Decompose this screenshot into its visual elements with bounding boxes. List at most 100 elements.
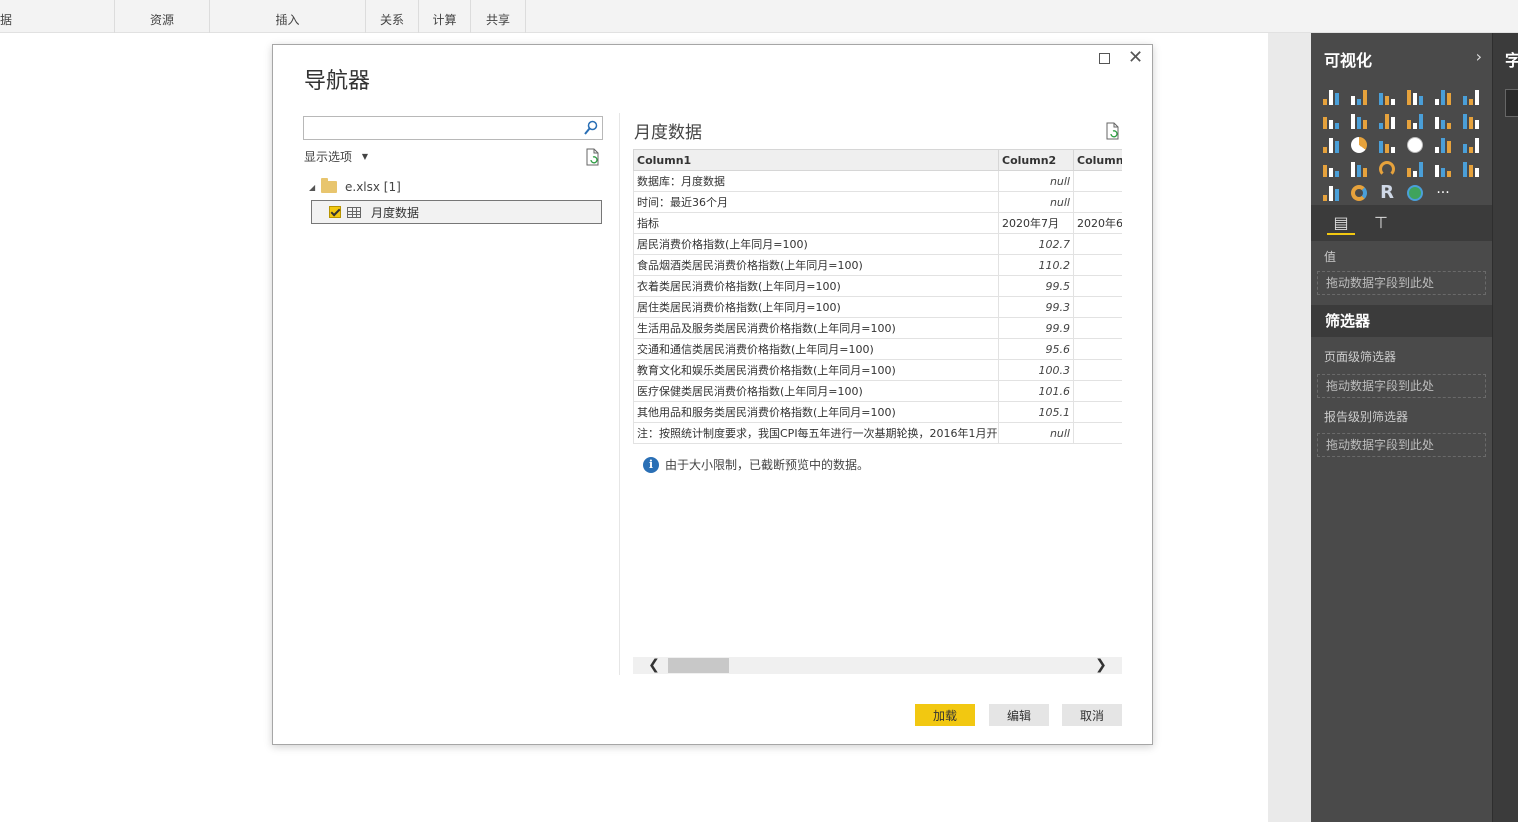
values-drop-zone[interactable]: 拖动数据字段到此处 xyxy=(1317,271,1486,295)
table-row: 教育文化和娱乐类居民消费价格指数(上年同月=100)100.3100.1 xyxy=(633,359,1122,381)
globe-icon[interactable] xyxy=(1405,183,1425,203)
multi-row-card-icon[interactable] xyxy=(1405,159,1425,179)
preview-title: 月度数据 xyxy=(634,123,702,143)
visual-tabs: ▤ ⊤ xyxy=(1311,205,1492,241)
ribbon: 数据 资源 插入 关系 计算 共享 xyxy=(0,0,1518,33)
page-filters-drop-zone[interactable]: 拖动数据字段到此处 xyxy=(1317,374,1486,398)
table-cell: 109.0 xyxy=(1073,254,1122,276)
column-header[interactable]: Column1 xyxy=(633,149,999,171)
clustered-bar-icon[interactable] xyxy=(1377,87,1397,107)
table-cell: 101.6 xyxy=(998,380,1074,402)
table-cell: 居民消费价格指数(上年同月=100) xyxy=(633,233,999,255)
horizontal-scrollbar[interactable]: ❮ ❯ xyxy=(633,657,1122,674)
column-header[interactable]: Column2 xyxy=(998,149,1074,171)
slicer-icon[interactable] xyxy=(1321,183,1341,203)
map-icon[interactable] xyxy=(1405,135,1425,155)
funnel-icon[interactable] xyxy=(1349,159,1369,179)
table-cell xyxy=(1073,170,1122,192)
table-cell xyxy=(1073,191,1122,213)
load-button[interactable]: 加载 xyxy=(915,704,975,726)
preview-refresh-icon[interactable] xyxy=(1105,122,1121,140)
table-cell xyxy=(1073,338,1122,360)
cancel-button[interactable]: 取消 xyxy=(1062,704,1122,726)
scatter-icon[interactable] xyxy=(1321,135,1341,155)
folder-icon xyxy=(321,178,337,193)
line-column-icon[interactable] xyxy=(1405,111,1425,131)
table-cell: null xyxy=(998,191,1074,213)
visual-gallery: R ··· xyxy=(1319,85,1485,205)
search-input[interactable] xyxy=(303,116,603,140)
table-cell: 95.6 xyxy=(998,338,1074,360)
ribbon-group-share[interactable]: 共享 xyxy=(471,0,526,33)
ribbon-group-resources[interactable]: 资源 xyxy=(115,0,210,33)
pie-chart-icon[interactable] xyxy=(1349,135,1369,155)
refresh-icon[interactable] xyxy=(585,148,601,166)
table-cell xyxy=(1073,275,1122,297)
report-filters-drop-zone[interactable]: 拖动数据字段到此处 xyxy=(1317,433,1486,457)
scroll-right-icon[interactable]: ❯ xyxy=(1092,657,1110,674)
expand-toggle-icon[interactable]: ◢ xyxy=(309,183,319,192)
table-cell: 102.7 xyxy=(998,233,1074,255)
table-cell: 99.3 xyxy=(998,296,1074,318)
search-icon[interactable] xyxy=(584,120,598,136)
scrollbar-thumb[interactable] xyxy=(668,658,729,673)
format-paint-roller-icon[interactable]: ⊤ xyxy=(1367,211,1395,235)
ribbon-group-insert[interactable]: 插入 xyxy=(210,0,366,33)
table-header-row: Column1Column2Column3 xyxy=(633,149,1122,171)
table-cell: 99.5 xyxy=(998,275,1074,297)
edit-button[interactable]: 编辑 xyxy=(989,704,1049,726)
treemap-icon[interactable] xyxy=(1377,135,1397,155)
stacked-bar-icon[interactable] xyxy=(1321,87,1341,107)
tree-file-node[interactable]: ◢ e.xlsx [1] xyxy=(309,178,401,196)
more-visuals-icon[interactable]: ··· xyxy=(1433,183,1453,203)
column-header[interactable]: Column3 xyxy=(1073,149,1122,171)
scroll-left-icon[interactable]: ❮ xyxy=(645,657,663,674)
donut-icon[interactable] xyxy=(1349,183,1369,203)
table-cell: 居住类居民消费价格指数(上年同月=100) xyxy=(633,296,999,318)
table-cell xyxy=(1073,296,1122,318)
table-row: 交通和通信类居民消费价格指数(上年同月=100) 95.6 xyxy=(633,338,1122,360)
fields-tab-icon[interactable]: ▤ xyxy=(1327,211,1355,235)
100-bar-icon[interactable] xyxy=(1433,87,1453,107)
stacked-area-icon[interactable] xyxy=(1377,111,1397,131)
fields-search-input[interactable] xyxy=(1505,89,1518,117)
table-cell: 2020年7月 xyxy=(998,212,1074,234)
table-cell: 生活用品及服务类居民消费价格指数(上年同月=100) xyxy=(633,317,999,339)
table-cell: null xyxy=(998,422,1074,444)
ribbon-chart-icon[interactable] xyxy=(1461,111,1481,131)
area-chart-icon[interactable] xyxy=(1349,111,1369,131)
stacked-column-icon[interactable] xyxy=(1349,87,1369,107)
sheet-checkbox[interactable] xyxy=(329,206,341,218)
info-message: 由于大小限制，已截断预览中的数据。 xyxy=(665,458,870,472)
gauge-icon[interactable] xyxy=(1377,159,1397,179)
info-icon: i xyxy=(643,456,659,473)
table-cell: 105.1 xyxy=(998,401,1074,423)
matrix-icon[interactable] xyxy=(1461,135,1481,155)
line-chart-icon[interactable] xyxy=(1321,111,1341,131)
table-row: 医疗保健类居民消费价格指数(上年同月=100)101.6101.7 xyxy=(633,380,1122,402)
clustered-column-icon[interactable] xyxy=(1405,87,1425,107)
table-cell: 食品烟酒类居民消费价格指数(上年同月=100) xyxy=(633,254,999,276)
ribbon-group-data[interactable]: 数据 xyxy=(0,0,115,33)
collapse-chevron-icon[interactable]: › xyxy=(1476,47,1482,66)
kpi-icon[interactable] xyxy=(1461,159,1481,179)
fields-title: 字 xyxy=(1505,51,1518,70)
table-visual-icon[interactable] xyxy=(1433,135,1453,155)
fields-pane: 字 xyxy=(1492,33,1518,822)
table-cell: 100.3 xyxy=(998,359,1074,381)
100-column-icon[interactable] xyxy=(1461,87,1481,107)
dialog-title: 导航器 xyxy=(304,69,371,94)
tree-sheet-node[interactable]: 月度数据 xyxy=(311,200,602,224)
table-cell xyxy=(1073,317,1122,339)
filled-map-icon[interactable] xyxy=(1321,159,1341,179)
pane-divider[interactable] xyxy=(619,113,620,675)
close-icon[interactable]: ✕ xyxy=(1128,47,1143,69)
ribbon-group-relationships[interactable]: 关系 xyxy=(366,0,419,33)
show-options-dropdown[interactable]: 显示选项 ▼ xyxy=(304,148,368,165)
r-script-icon[interactable]: R xyxy=(1377,183,1397,203)
truncation-notice: i 由于大小限制，已截断预览中的数据。 xyxy=(643,456,869,473)
ribbon-group-calculations[interactable]: 计算 xyxy=(419,0,471,33)
card-icon[interactable] xyxy=(1433,159,1453,179)
maximize-icon[interactable] xyxy=(1099,53,1110,64)
line-clustered-icon[interactable] xyxy=(1433,111,1453,131)
